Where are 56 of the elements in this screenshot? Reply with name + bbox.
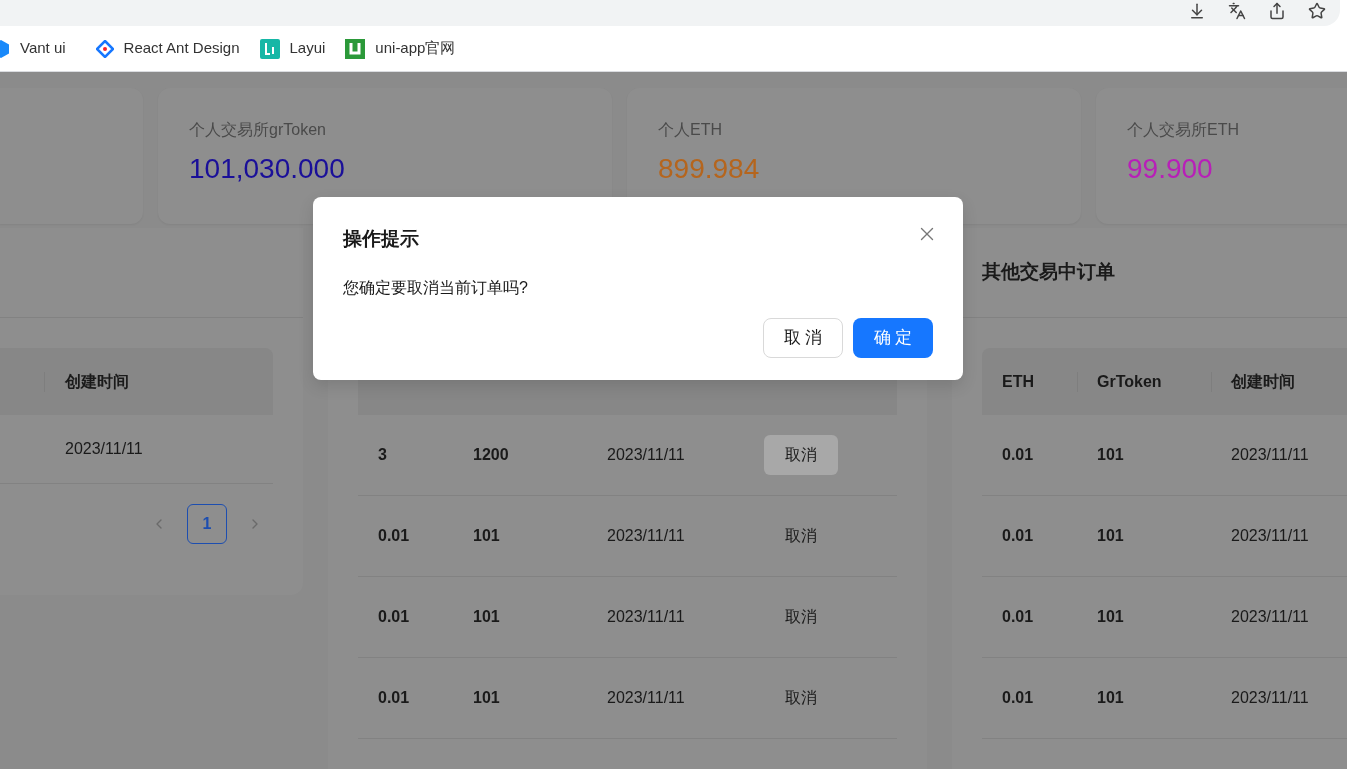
stat-label: 个人交易所grToken	[189, 120, 327, 140]
dialog-title: 操作提示	[343, 227, 419, 251]
panel-title: 其他交易中订单	[982, 260, 1115, 285]
share-icon[interactable]	[1268, 2, 1286, 20]
stat-value: 101,030.000	[189, 152, 346, 186]
bookmark-star-icon[interactable]	[1308, 2, 1326, 20]
column-header: ETH	[1002, 371, 1034, 392]
table-cell: 0.01	[1002, 527, 1034, 544]
column-header: 创建时间	[65, 371, 129, 392]
cancel-order-button[interactable]: 取消	[764, 597, 838, 637]
stat-label: 个人交易所ETH	[1127, 120, 1240, 140]
confirm-button[interactable]: 确 定	[853, 317, 933, 358]
table-cell: 101	[1097, 527, 1124, 544]
bookmark[interactable]: Vant ui	[0, 37, 86, 60]
table-cell-text: 2023/11/11	[65, 439, 143, 459]
table-cell: 0.01	[1002, 608, 1034, 625]
table-cell: 0.01	[1002, 446, 1034, 463]
hexagon-icon	[0, 39, 10, 58]
cancel-order-button[interactable]: 取消	[764, 435, 838, 475]
uniapp-logo-icon	[345, 38, 366, 59]
table-cell: 0.01	[378, 608, 410, 625]
table-cell: 2023/11/11	[607, 608, 685, 625]
column-header: 创建时间	[1231, 371, 1295, 392]
table-cell: 2023/11/11	[1231, 446, 1309, 463]
table-cell: 2023/11/11	[607, 446, 685, 463]
cancel-order-button[interactable]: 取消	[764, 516, 838, 556]
table-cell: 101	[473, 527, 500, 544]
stat-value: 899.984	[658, 152, 761, 186]
table-cell: 3	[378, 446, 387, 463]
table-cell: 101	[1097, 446, 1124, 463]
table-cell: 2023/11/11	[1231, 527, 1309, 544]
table-cell: 2023/11/11	[1231, 608, 1309, 625]
table-cell: 101	[1097, 608, 1124, 625]
table-cell: 0.01	[378, 527, 410, 544]
table-cell: 101	[473, 608, 500, 625]
stat-label: 个人ETH	[658, 120, 723, 140]
table-cell: 0.01	[378, 689, 410, 706]
table-cell: 0.01	[1002, 689, 1034, 706]
column-header: GrToken	[1097, 371, 1162, 392]
bookmark[interactable]: Layui	[249, 37, 336, 60]
table-cell: 101	[473, 689, 500, 706]
cancel-button[interactable]: 取 消	[763, 317, 843, 358]
cancel-order-button[interactable]: 取消	[764, 678, 838, 718]
table-cell: 2023/11/11	[607, 689, 685, 706]
bookmark[interactable]: uni-app官网	[335, 37, 466, 60]
translate-icon[interactable]	[1228, 2, 1246, 20]
download-icon[interactable]	[1188, 2, 1206, 20]
stat-value: 99.900	[1127, 152, 1214, 186]
dialog-message: 您确定要取消当前订单吗?	[343, 277, 529, 298]
table-cell: 101	[1097, 689, 1124, 706]
table-cell: 1200	[473, 446, 509, 463]
bookmark[interactable]: React Ant Design	[85, 37, 250, 60]
diamond-icon	[95, 39, 114, 58]
table-cell: 2023/11/11	[607, 527, 685, 544]
table-cell: 2023/11/11	[1231, 689, 1309, 706]
layui-logo-icon	[259, 38, 280, 59]
